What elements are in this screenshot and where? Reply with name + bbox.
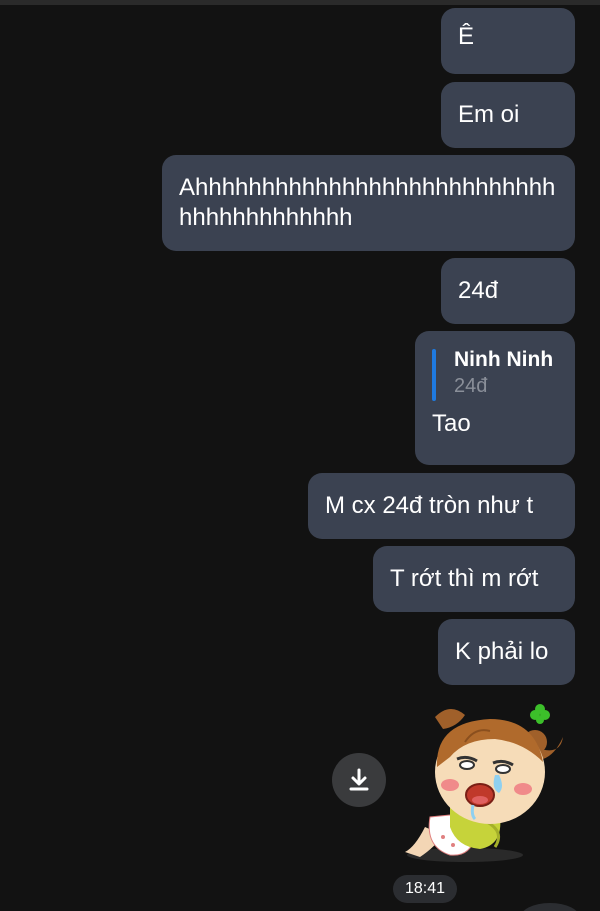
- message-bubble[interactable]: 24đ: [441, 258, 575, 324]
- message-text: Em oi: [458, 101, 520, 128]
- reply-sender: Ninh Ninh: [454, 348, 554, 371]
- message-text: Ê: [458, 23, 475, 50]
- chat-screen: Ê Em oi Ahhhhhhhhhhhhhhhhhhhhhhhhhhhhhhh…: [0, 0, 600, 911]
- message-bubble[interactable]: T rớt thì m rớt: [373, 546, 575, 612]
- reply-accent-bar: [432, 349, 436, 401]
- message-text: Ahhhhhhhhhhhhhhhhhhhhhhhhhhhhhhhhhhhhhhh…: [179, 174, 556, 231]
- status-strip: [0, 0, 600, 5]
- message-text: T rớt thì m rớt: [390, 565, 539, 592]
- crying-girl-sticker[interactable]: [395, 697, 575, 867]
- scroll-down-button[interactable]: [520, 903, 580, 911]
- message-bubble[interactable]: M cx 24đ tròn như t: [308, 473, 575, 539]
- download-button[interactable]: [332, 753, 386, 807]
- message-bubble[interactable]: Ahhhhhhhhhhhhhhhhhhhhhhhhhhhhhhhhhhhhhhh…: [162, 155, 575, 251]
- message-bubble[interactable]: K phải lo: [438, 619, 575, 685]
- reply-snippet: 24đ: [454, 375, 488, 397]
- message-bubble[interactable]: Em oi: [441, 82, 575, 148]
- download-icon: [349, 768, 369, 791]
- message-text: K phải lo: [455, 638, 549, 665]
- message-text: M cx 24đ tròn như t: [325, 492, 534, 519]
- quoted-reply[interactable]: Ninh Ninh 24đ: [432, 347, 558, 401]
- reply-message-bubble[interactable]: Ninh Ninh 24đ Tao: [415, 331, 575, 465]
- message-text: Tao: [432, 410, 471, 437]
- timestamp-badge: 18:41: [393, 875, 457, 903]
- message-bubble[interactable]: Ê: [441, 8, 575, 74]
- message-text: 24đ: [458, 277, 499, 304]
